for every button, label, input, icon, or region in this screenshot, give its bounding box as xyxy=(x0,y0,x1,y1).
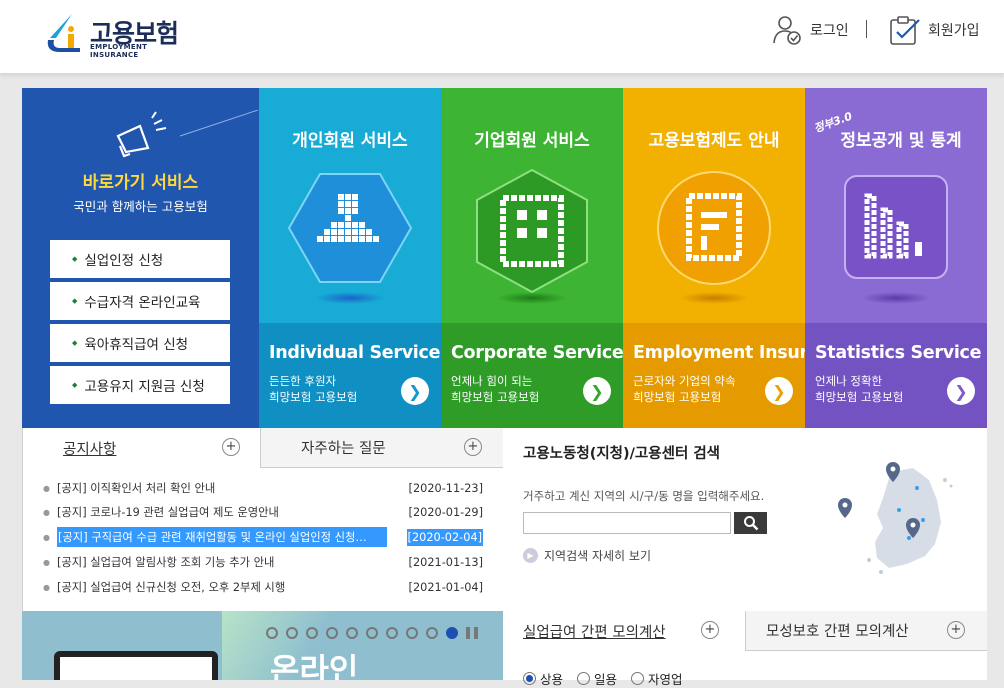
carousel-dot[interactable] xyxy=(366,627,378,639)
carousel-dot[interactable] xyxy=(406,627,418,639)
radio-regular[interactable]: 상용 xyxy=(523,669,563,688)
radio-self-employed[interactable]: 자영업 xyxy=(631,669,683,688)
calc-more-icon[interactable]: + xyxy=(701,621,719,639)
chevron-right-icon[interactable]: ❯ xyxy=(765,377,793,405)
carousel-dot[interactable] xyxy=(346,627,358,639)
device-screen xyxy=(60,657,212,680)
service-english-title: Employment Insurance xyxy=(633,343,805,363)
service-description: 언제나 힘이 되는 희망보험 고용보험 xyxy=(451,374,540,404)
logo[interactable]: 고용보험 EMPLOYMENT INSURANCE xyxy=(42,10,192,59)
chevron-right-icon[interactable]: ❯ xyxy=(947,377,975,405)
service-title: 고용보험제도 안내 xyxy=(648,131,780,151)
radio-daily[interactable]: 일용 xyxy=(577,669,617,688)
carousel-dot[interactable] xyxy=(426,627,438,639)
megaphone-icon xyxy=(116,110,259,158)
notice-row-selected[interactable]: ● [공지] 구직급여 수급 관련 재취업활동 및 온라인 실업인정 신청… [20… xyxy=(43,527,483,547)
document-circle-icon xyxy=(657,171,771,285)
tab-notice-label: 공지사항 xyxy=(63,441,117,458)
center-search-description: 거주하고 계신 지역의 시/구/동 명을 입력해주세요. xyxy=(523,489,765,503)
center-search-title: 고용노동청(지청)/고용센터 검색 xyxy=(523,446,721,462)
quick-item-parental-leave[interactable]: 육아휴직급여 신청 xyxy=(50,324,230,362)
service-corporate[interactable]: 기업회원 서비스 Corporate Service 언제나 힘이 되는 희망보험… xyxy=(441,88,623,428)
service-description: 언제나 정확한 희망보험 고용보험 xyxy=(815,374,904,404)
icon-shadow xyxy=(497,292,567,304)
tab-maternity-calc-label: 모성보호 간편 모의계산 xyxy=(766,624,909,640)
quick-title: 바로가기 서비스 xyxy=(82,173,199,193)
quick-item-online-education[interactable]: 수급자격 온라인교육 xyxy=(50,282,230,320)
icon-shadow xyxy=(315,292,385,304)
login-link[interactable]: 로그인 xyxy=(772,14,849,46)
service-english-title: Statistics Service xyxy=(815,343,982,363)
tab-unemployment-calc-label: 실업급여 간편 모의계산 xyxy=(523,624,666,641)
service-title: 기업회원 서비스 xyxy=(474,131,590,151)
tab-faq-label: 자주하는 질문 xyxy=(301,441,386,457)
service-panel: 바로가기 서비스 국민과 함께하는 고용보험 실업인정 신청 수급자격 온라인교… xyxy=(22,88,987,428)
carousel-dot[interactable] xyxy=(286,627,298,639)
maternity-more-icon[interactable]: + xyxy=(947,621,965,639)
carousel-dot[interactable] xyxy=(266,627,278,639)
person-hexagon-icon xyxy=(287,173,413,283)
service-title: 개인회원 서비스 xyxy=(292,131,408,151)
service-bottom: Employment Insurance 근로자와 기업의 약속희망보험 고용보… xyxy=(623,323,805,428)
play-icon: ▶ xyxy=(523,548,538,563)
search-icon xyxy=(743,516,758,531)
quick-item-employment-retention[interactable]: 고용유지 지원금 신청 xyxy=(50,366,230,404)
search-button[interactable] xyxy=(734,512,767,534)
service-bottom: Individual Service 든든한 후원자 희망보험 고용보험 ❯ xyxy=(259,323,441,428)
notice-row[interactable]: ● [공지] 이직확인서 처리 확인 안내 [2020-11-23] xyxy=(43,478,483,498)
service-description: 든든한 후원자 희망보험 고용보험 xyxy=(269,374,358,404)
radio-button[interactable] xyxy=(631,672,644,685)
radio-button[interactable] xyxy=(523,672,536,685)
center-search: 고용노동청(지청)/고용센터 검색 거주하고 계신 지역의 시/구/동 명을 입… xyxy=(503,428,987,611)
carousel-dot-active[interactable] xyxy=(446,627,458,639)
detail-search-link[interactable]: ▶ 지역검색 자세히 보기 xyxy=(523,547,651,564)
simple-calculator: 실업급여 간편 모의계산 + 모성보호 간편 모의계산 + 상용 일용 자영업 xyxy=(503,611,987,687)
promo-banner[interactable]: 온라인 xyxy=(22,611,503,680)
carousel-dot[interactable] xyxy=(386,627,398,639)
service-title: 정보공개 및 통계 xyxy=(840,131,962,151)
center-search-input[interactable] xyxy=(523,512,731,534)
logo-mark-icon xyxy=(47,14,80,52)
login-label: 로그인 xyxy=(810,23,849,39)
logo-english-text: EMPLOYMENT INSURANCE xyxy=(90,43,148,59)
chevron-right-icon[interactable]: ❯ xyxy=(401,377,429,405)
carousel-dot[interactable] xyxy=(326,627,338,639)
service-statistics[interactable]: 정부3.0 정보공개 및 통계 Statistics Service 언제나 정… xyxy=(805,88,987,428)
service-english-title: Individual Service xyxy=(269,343,441,363)
notice-board: 공지사항 + 자주하는 질문 + ● [공지] 이직확인서 처리 확인 안내 [20… xyxy=(22,428,504,611)
building-hexagon-icon xyxy=(476,168,588,294)
site-header: 고용보험 EMPLOYMENT INSURANCE 로그인 회원가입 xyxy=(0,0,1004,74)
service-bottom: Corporate Service 언제나 힘이 되는 희망보험 고용보험 ❯ xyxy=(441,323,623,428)
clipboard-check-icon xyxy=(890,16,920,45)
service-individual[interactable]: 개인회원 서비스 Individual Service 든든한 후원자 희망보험 … xyxy=(259,88,441,428)
quick-item-unemployment-recognition[interactable]: 실업인정 신청 xyxy=(50,240,230,278)
header-divider xyxy=(866,20,867,38)
pause-icon[interactable] xyxy=(466,627,478,639)
korea-map-icon xyxy=(838,462,953,574)
user-check-icon xyxy=(773,16,801,45)
carousel-dots xyxy=(266,627,478,639)
signup-label: 회원가입 xyxy=(928,23,980,39)
service-bottom: Statistics Service 언제나 정확한 희망보험 고용보험 ❯ xyxy=(805,323,987,428)
notice-row[interactable]: ● [공지] 실업급여 신규신청 오전, 오후 2부제 시행 [2021-01-04… xyxy=(43,577,483,597)
quick-subtitle: 국민과 함께하는 고용보험 xyxy=(73,199,208,214)
icon-shadow xyxy=(861,292,931,304)
device-image xyxy=(54,651,218,680)
radio-button[interactable] xyxy=(577,672,590,685)
icon-shadow xyxy=(679,292,749,304)
banner-text: 온라인 xyxy=(270,651,359,680)
service-description: 근로자와 기업의 약속 희망보험 고용보험 xyxy=(633,374,736,404)
notice-row[interactable]: ● [공지] 실업급여 알림사항 조회 기능 추가 안내 [2021-01-13] xyxy=(43,552,483,572)
quick-service-box: 바로가기 서비스 국민과 함께하는 고용보험 실업인정 신청 수급자격 온라인교… xyxy=(22,88,259,428)
carousel-dot[interactable] xyxy=(306,627,318,639)
notice-more-icon[interactable]: + xyxy=(222,438,240,456)
chevron-right-icon[interactable]: ❯ xyxy=(583,377,611,405)
notice-row[interactable]: ● [공지] 코로나-19 관련 실업급여 제도 운영안내 [2020-01-29] xyxy=(43,502,483,522)
signup-link[interactable]: 회원가입 xyxy=(888,14,980,46)
service-english-title: Corporate Service xyxy=(451,343,623,363)
bar-chart-square-icon xyxy=(844,175,948,279)
service-insurance-guide[interactable]: 고용보험제도 안내 Employment Insurance 근로자와 기업의 … xyxy=(623,88,805,428)
faq-more-icon[interactable]: + xyxy=(464,438,482,456)
